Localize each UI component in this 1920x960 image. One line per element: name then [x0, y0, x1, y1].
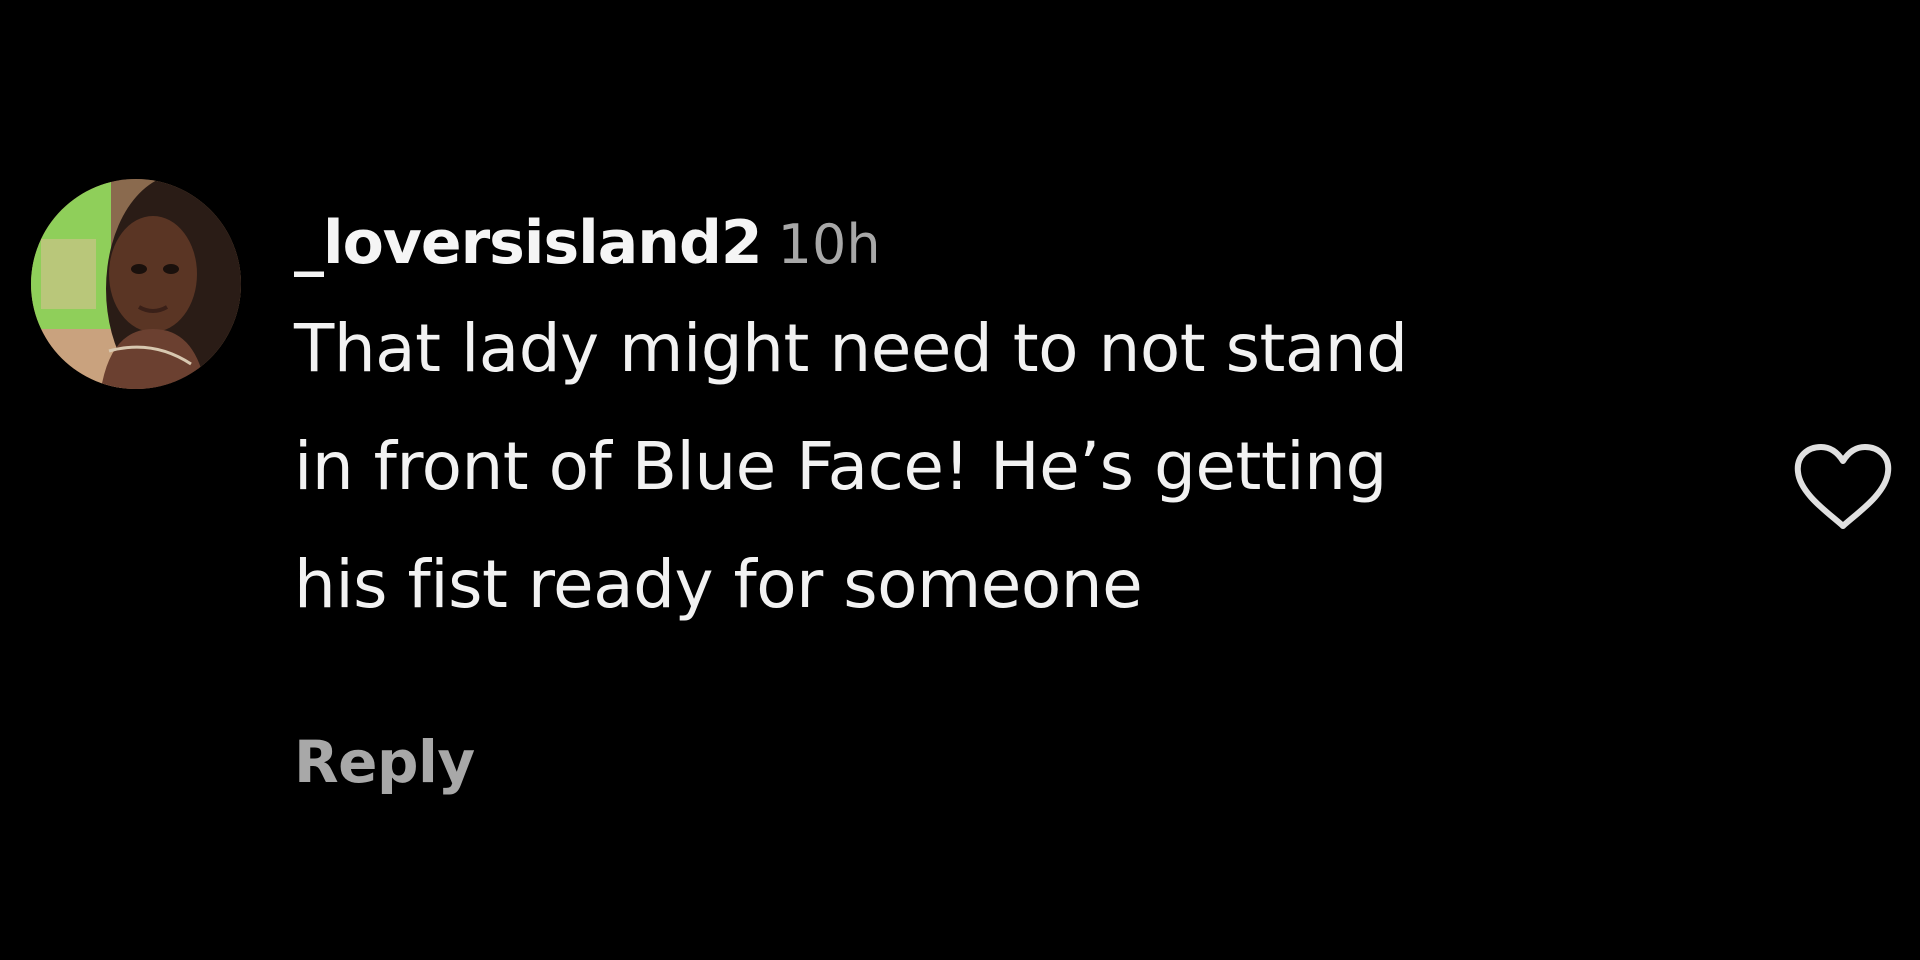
- avatar-photo-icon: [31, 179, 241, 389]
- username[interactable]: _loversisland2: [294, 208, 763, 278]
- comment-body: _loversisland2 10h That lady might need t…: [294, 196, 1714, 644]
- like-button[interactable]: [1792, 442, 1894, 532]
- comment-text-line: That lady might need to not stand: [294, 310, 1408, 387]
- comment-text-line: in front of Blue Face! He’s getting: [294, 428, 1387, 505]
- comment-header: _loversisland2 10h: [294, 196, 1714, 290]
- reply-button[interactable]: Reply: [294, 722, 475, 802]
- timestamp[interactable]: 10h: [778, 213, 881, 276]
- avatar[interactable]: [31, 179, 241, 389]
- comment-text: That lady might need to not stand in fro…: [294, 290, 1714, 644]
- comment-text-line: his fist ready for someone: [294, 546, 1143, 623]
- comment-item: _loversisland2 10h That lady might need t…: [0, 0, 1920, 960]
- heart-outline-icon: [1794, 444, 1892, 529]
